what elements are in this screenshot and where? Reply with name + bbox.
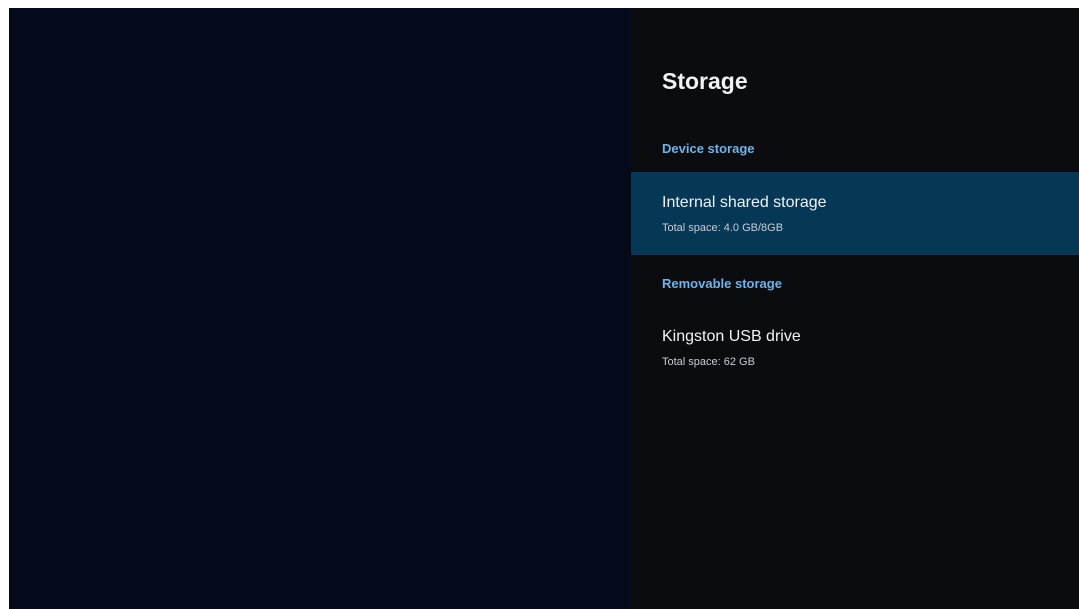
storage-item-usb[interactable]: Kingston USB drive Total space: 62 GB [631,306,1079,389]
storage-item-title: Kingston USB drive [662,328,801,345]
storage-item-subtitle: Total space: 4.0 GB/8GB [662,222,784,234]
tv-screen: Storage Device storage Internal shared s… [9,8,1079,609]
storage-item-internal[interactable]: Internal shared storage Total space: 4.0… [631,172,1079,255]
page-title: Storage [662,68,748,94]
section-header-device-storage: Device storage [662,141,755,156]
section-header-removable-storage: Removable storage [662,276,782,291]
settings-panel: Storage Device storage Internal shared s… [631,8,1079,609]
left-pane [9,8,631,609]
storage-item-title: Internal shared storage [662,194,827,211]
storage-item-subtitle: Total space: 62 GB [662,356,755,368]
